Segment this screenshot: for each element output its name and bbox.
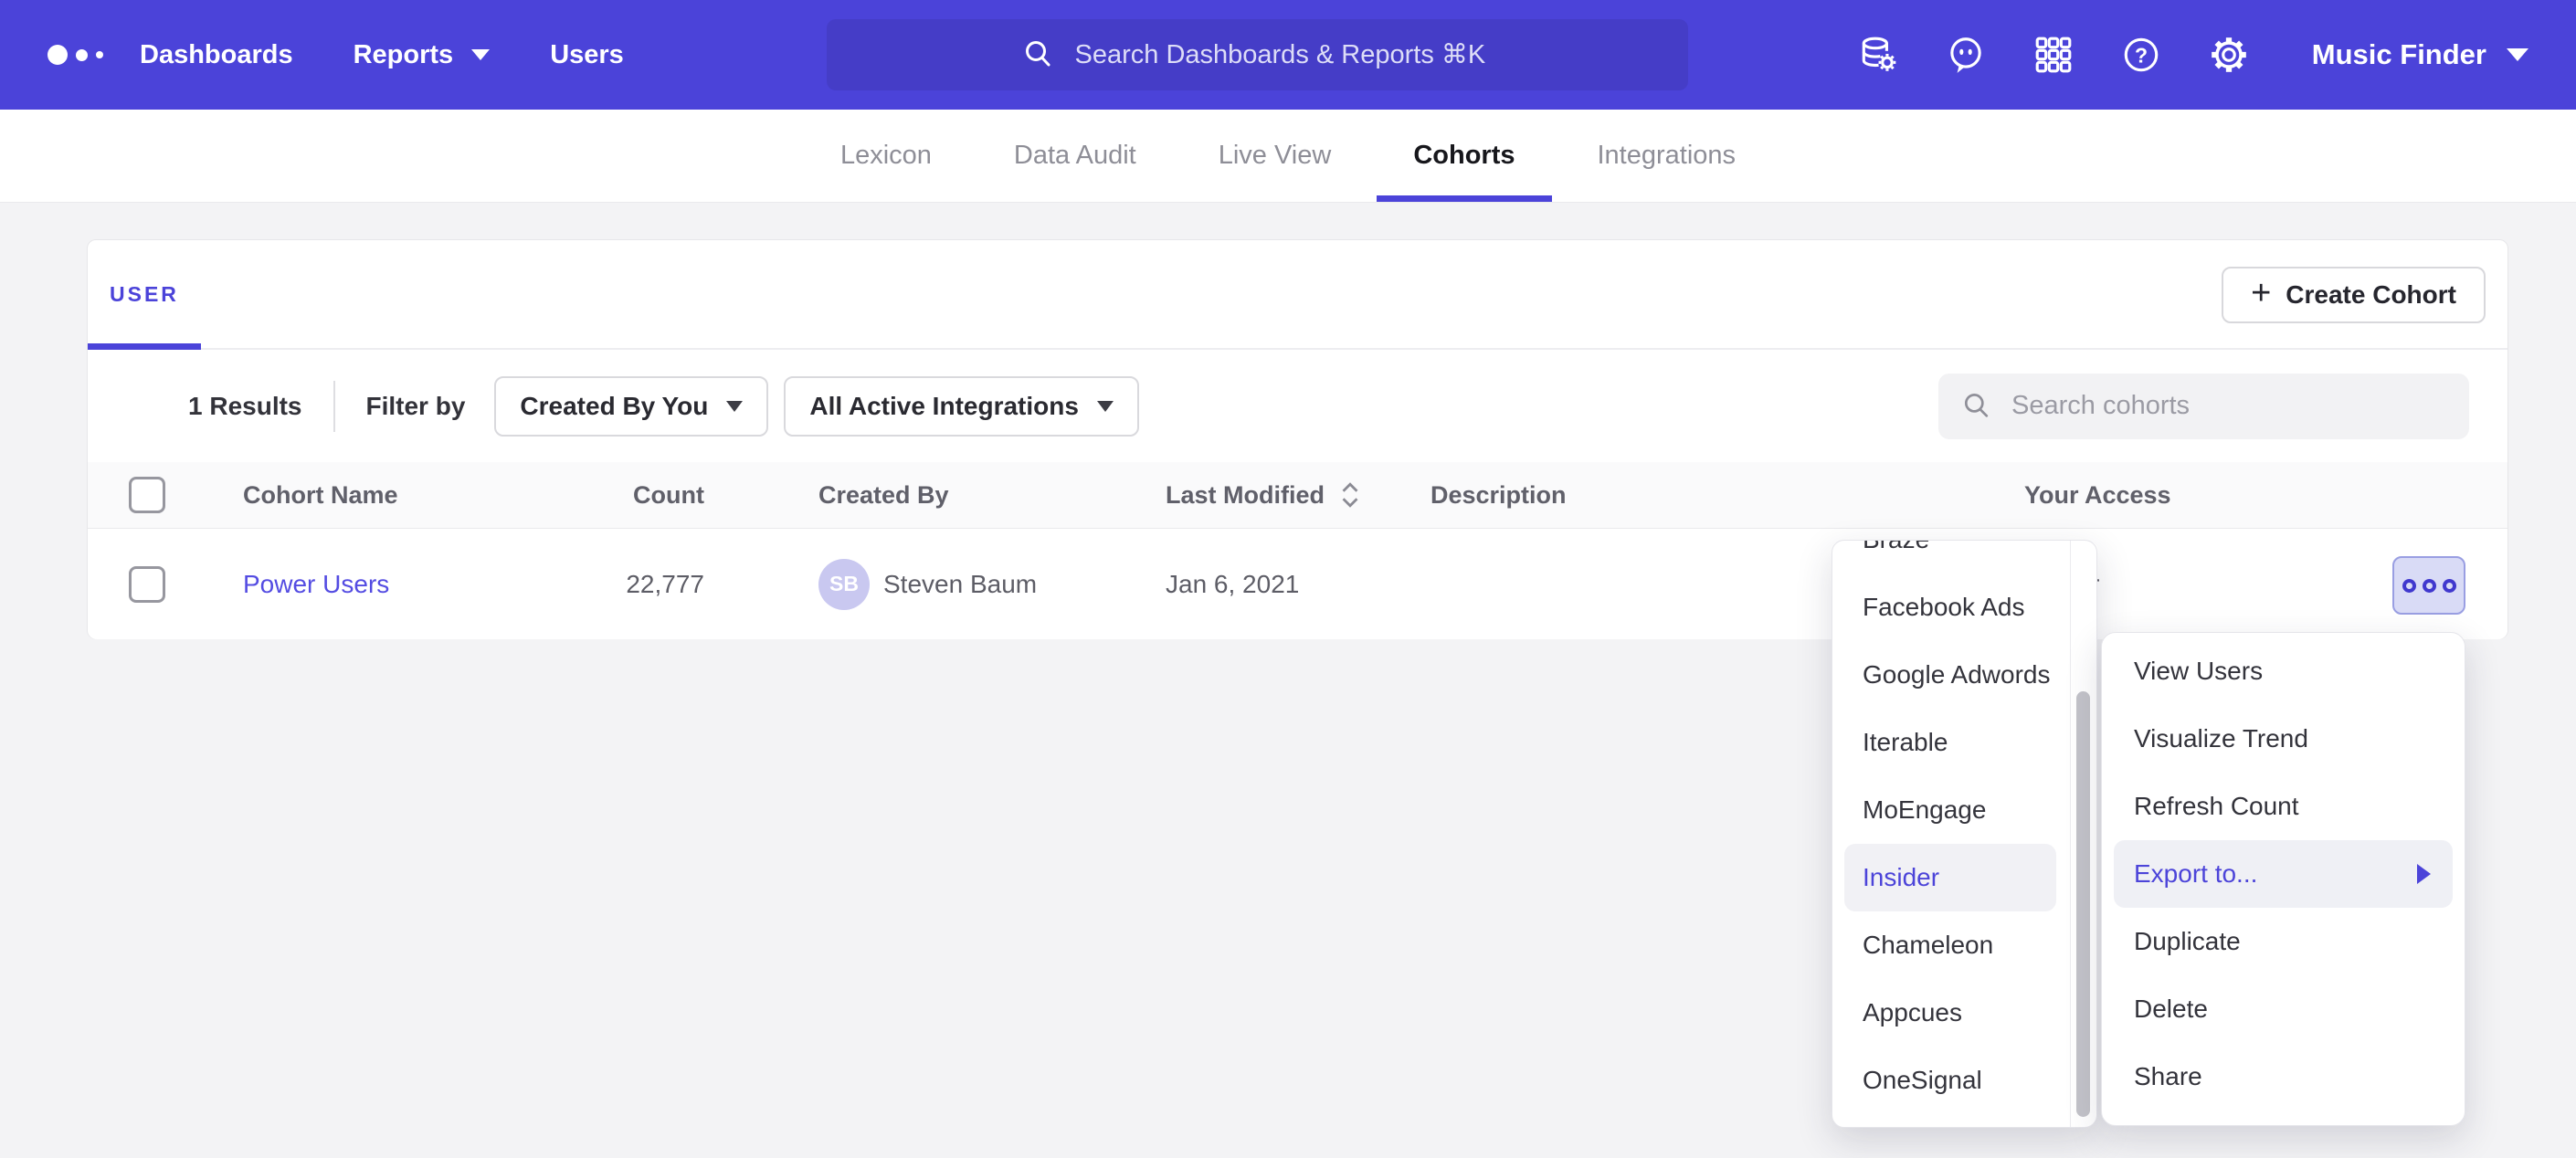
row-checkbox[interactable]: [129, 566, 165, 603]
menu-item-iterable[interactable]: Iterable: [1844, 709, 2056, 776]
tab-label: Live View: [1219, 141, 1332, 171]
tab-lexicon[interactable]: Lexicon: [804, 110, 968, 202]
created-by-name: Steven Baum: [883, 570, 1037, 599]
row-context-menu: View Users Visualize Trend Refresh Count…: [2101, 632, 2465, 1126]
project-switcher[interactable]: Music Finder: [2312, 38, 2528, 71]
results-count: 1 Results: [188, 392, 302, 421]
table-header: Cohort Name Count Created By Last Modifi…: [88, 462, 2507, 529]
project-name: Music Finder: [2312, 38, 2486, 71]
table-row: Power Users 22,777 SB Steven Baum Jan 6,…: [88, 529, 2507, 639]
col-created-by[interactable]: Created By: [818, 462, 949, 528]
cohort-search[interactable]: [1938, 374, 2469, 439]
nav-right-cluster: ? Music Finder: [1857, 34, 2528, 76]
cohort-search-input[interactable]: [2011, 391, 2395, 421]
help-icon[interactable]: ?: [2120, 34, 2162, 76]
col-last-modified[interactable]: Last Modified: [1166, 462, 1363, 528]
tab-integrations[interactable]: Integrations: [1561, 110, 1773, 202]
created-by-filter-label: Created By You: [520, 392, 708, 421]
last-modified-date: Jan 6, 2021: [1166, 529, 1299, 639]
col-count[interactable]: Count: [544, 462, 704, 528]
tab-label: Data Audit: [1014, 141, 1136, 171]
menu-item-export-to[interactable]: Export to...: [2114, 840, 2453, 908]
tab-user-cohorts[interactable]: USER: [88, 240, 201, 348]
search-icon: [1020, 37, 1057, 73]
chevron-down-icon: [471, 49, 490, 60]
col-cohort-name[interactable]: Cohort Name: [243, 462, 398, 528]
cohorts-card: USER + Create Cohort 1 Results Filter by…: [87, 239, 2508, 639]
tab-user-label: USER: [110, 282, 179, 307]
menu-item-view-users[interactable]: View Users: [2114, 637, 2453, 705]
create-cohort-button[interactable]: + Create Cohort: [2222, 267, 2486, 323]
tab-cohorts[interactable]: Cohorts: [1377, 110, 1551, 202]
menu-item-onesignal[interactable]: OneSignal: [1844, 1047, 2056, 1114]
avatar: SB: [818, 559, 870, 610]
menu-item-facebook-ads[interactable]: Facebook Ads: [1844, 574, 2056, 641]
cohort-name-link[interactable]: Power Users: [243, 570, 389, 599]
divider: [333, 381, 335, 432]
apps-grid-icon[interactable]: [2032, 34, 2075, 76]
integrations-filter-label: All Active Integrations: [809, 392, 1079, 421]
chevron-down-icon: [1097, 401, 1114, 412]
tab-live-view[interactable]: Live View: [1182, 110, 1368, 202]
feedback-icon[interactable]: [1945, 34, 1987, 76]
menu-item-duplicate[interactable]: Duplicate: [2114, 908, 2453, 975]
nav-label-dashboards: Dashboards: [140, 40, 293, 70]
dot-icon: [2443, 579, 2456, 593]
create-cohort-label: Create Cohort: [2286, 280, 2456, 310]
menu-item-google-adwords[interactable]: Google Adwords: [1844, 641, 2056, 709]
menu-item-appcues[interactable]: Appcues: [1844, 979, 2056, 1047]
export-to-submenu: Braze Facebook Ads Google Adwords Iterab…: [1832, 540, 2097, 1128]
nav-label-reports: Reports: [354, 40, 454, 70]
nav-item-reports[interactable]: Reports: [354, 40, 491, 70]
row-more-actions-button[interactable]: [2392, 556, 2465, 615]
sort-icon[interactable]: [1337, 480, 1363, 510]
app-screen: Dashboards Reports Users: [0, 0, 2576, 1158]
submenu-arrow-icon: [2417, 864, 2431, 884]
integrations-filter-dropdown[interactable]: All Active Integrations: [784, 376, 1139, 437]
data-management-icon[interactable]: [1857, 34, 1899, 76]
filter-by-label: Filter by: [366, 392, 466, 421]
created-by-filter-dropdown[interactable]: Created By You: [494, 376, 768, 437]
menu-item-braze[interactable]: Braze: [1844, 540, 2056, 574]
dot-icon: [2423, 579, 2436, 593]
plus-icon: +: [2251, 276, 2271, 311]
menu-item-moengage[interactable]: MoEngage: [1844, 776, 2056, 844]
svg-text:?: ?: [2135, 43, 2148, 67]
menu-item-insider[interactable]: Insider: [1844, 844, 2056, 911]
col-last-modified-label: Last Modified: [1166, 481, 1325, 510]
tab-label: Integrations: [1598, 141, 1737, 171]
settings-gear-icon[interactable]: [2208, 34, 2250, 76]
export-target-list: Braze Facebook Ads Google Adwords Iterab…: [1832, 540, 2096, 1114]
tab-label: Lexicon: [840, 141, 932, 171]
tab-label: Cohorts: [1413, 141, 1515, 171]
mixpanel-logo-icon[interactable]: [48, 45, 103, 65]
chevron-down-icon: [726, 401, 743, 412]
nav-item-dashboards[interactable]: Dashboards: [140, 40, 293, 70]
section-tabs: Lexicon Data Audit Live View Cohorts Int…: [0, 110, 2576, 203]
global-search-input[interactable]: [1075, 40, 1495, 70]
cohort-type-tabs: USER + Create Cohort: [88, 240, 2507, 350]
chevron-down-icon: [2507, 48, 2528, 61]
menu-item-delete[interactable]: Delete: [2114, 975, 2453, 1043]
menu-item-refresh-count[interactable]: Refresh Count: [2114, 773, 2453, 840]
nav-label-users: Users: [550, 40, 624, 70]
export-to-label: Export to...: [2134, 859, 2257, 889]
select-all-checkbox[interactable]: [129, 477, 165, 513]
search-icon: [1960, 390, 1993, 423]
dot-icon: [2402, 579, 2416, 593]
col-description[interactable]: Description: [1431, 462, 1567, 528]
top-nav: Dashboards Reports Users: [0, 0, 2576, 110]
filter-toolbar: 1 Results Filter by Created By You All A…: [88, 350, 2507, 462]
global-search[interactable]: [827, 19, 1688, 90]
scrollbar-thumb[interactable]: [2076, 691, 2090, 1117]
menu-item-visualize-trend[interactable]: Visualize Trend: [2114, 705, 2453, 773]
nav-item-users[interactable]: Users: [550, 40, 624, 70]
menu-item-share[interactable]: Share: [2114, 1043, 2453, 1111]
nav-menu: Dashboards Reports Users: [140, 40, 624, 70]
tab-data-audit[interactable]: Data Audit: [977, 110, 1173, 202]
menu-item-chameleon[interactable]: Chameleon: [1844, 911, 2056, 979]
cohort-count: 22,777: [544, 529, 704, 639]
col-your-access[interactable]: Your Access: [2024, 462, 2171, 528]
